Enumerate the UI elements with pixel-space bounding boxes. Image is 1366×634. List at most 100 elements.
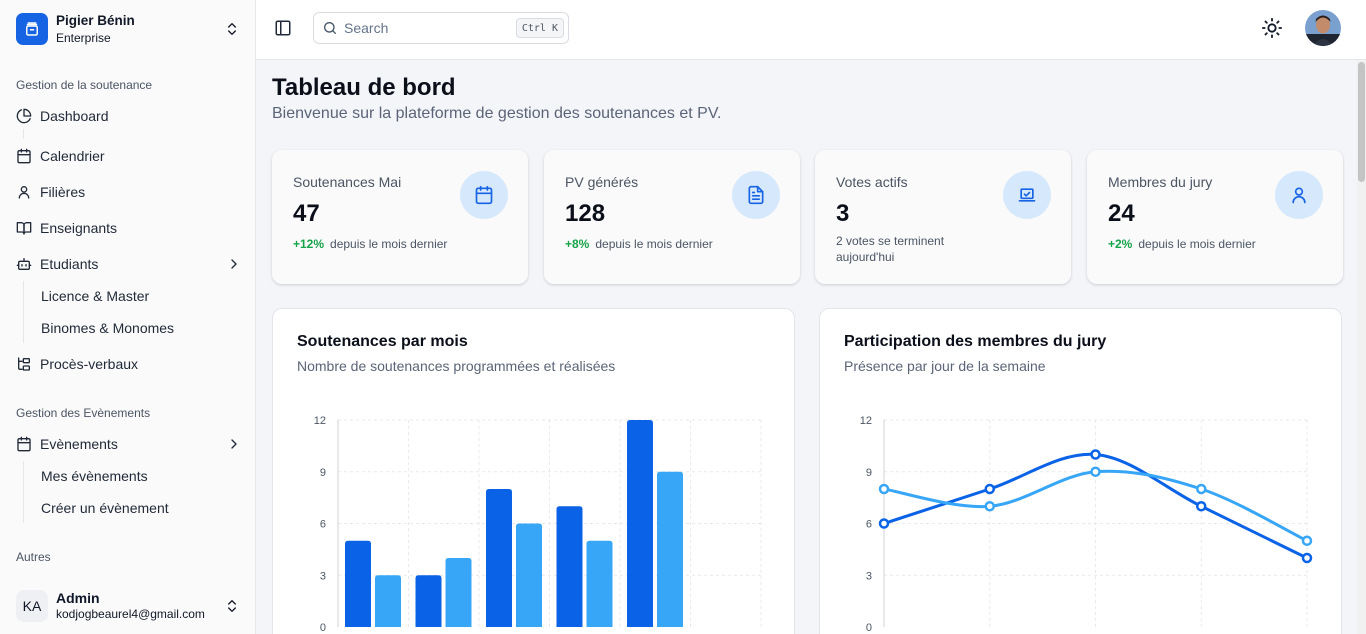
nav-filieres[interactable]: Filières [16,179,242,205]
tree-icon [16,356,32,372]
line-point-series-1 [1301,552,1313,564]
y-tick-label: 6 [866,519,872,531]
group-label-others: Autres [16,550,51,564]
stat-value: 128 [565,200,606,227]
stat-card-pv: PV générés 128 +8% depuis le mois dernier [544,150,800,284]
nav-binomes-monomes[interactable]: Binomes & Monomes [41,320,174,336]
trend-value: +12% [293,237,325,251]
group-label-events: Gestion des Evènements [16,406,151,420]
user-icon [16,184,32,200]
bar-series-1 [556,506,583,627]
user-icon [1275,171,1323,219]
sidebar-toggle-icon[interactable] [274,19,292,37]
search-input[interactable]: Search Ctrl K [313,12,569,44]
nav-events[interactable]: Evènements [16,431,242,457]
search-shortcut: Ctrl K [515,18,564,38]
nav-dashboard-label: Dashboard [40,108,109,124]
user-email: kodjogbeaurel4@gmail.com [56,607,205,621]
calendar-icon [16,148,32,164]
org-name: Pigier Bénin [56,12,135,28]
nav-licence-master[interactable]: Licence & Master [41,288,149,304]
stat-card-votes: Votes actifs 3 2 votes se terminent aujo… [815,150,1071,284]
org-logo-icon [16,13,48,45]
bar-chart: 0 3 6 9 12 [314,415,762,634]
y-tick-label: 0 [320,622,326,634]
stat-label: Soutenances Mai [293,174,402,190]
book-open-icon [16,220,32,236]
bar-series-2 [516,523,542,627]
trend-value: +8% [565,237,590,251]
line-chart: 0 3 6 9 12 [860,415,1313,634]
user-avatar: KA [16,590,48,622]
file-text-icon [732,171,780,219]
chart-card-jury: Participation des membres du jury Présen… [819,308,1342,634]
y-tick-label: 9 [866,467,872,479]
sidebar: Pigier Bénin Enterprise Gestion de la so… [0,0,256,634]
line-point-series-1 [878,518,890,529]
stat-trend: +12% depuis le mois dernier [293,237,447,251]
trend-text: depuis le mois dernier [1138,237,1256,251]
stat-note: 2 votes se terminent aujourd'hui [836,234,945,264]
bar-series-1 [627,420,653,627]
stat-value: 24 [1108,200,1135,227]
stat-trend: +8% depuis le mois dernier [565,237,713,251]
user-menu[interactable]: KA Admin kodjogbeaurel4@gmail.com [16,588,240,624]
stat-card-soutenances: Soutenances Mai 47 +12% depuis le mois de… [272,150,528,284]
line-point-series-2 [878,483,890,495]
page-title: Tableau de bord [272,74,456,101]
nav-calendar-label: Calendrier [40,148,105,164]
line-point-series-2 [1090,466,1101,477]
stat-card-jury: Membres du jury 24 +2% depuis le mois der… [1087,150,1343,284]
user-name: Admin [56,590,100,606]
nav-dashboard[interactable]: Dashboard [16,103,242,129]
chart-card-soutenances: Soutenances par mois Nombre de soutenanc… [272,308,795,634]
bot-icon [16,256,32,272]
y-tick-label: 3 [866,570,872,582]
submenu-line [23,461,24,523]
top-header: Search Ctrl K [256,0,1366,60]
bar-series-2 [375,575,401,627]
nav-create-event[interactable]: Créer un évènement [41,500,169,516]
search-icon [324,22,336,34]
stat-label: Membres du jury [1108,174,1213,190]
pie-chart-icon [16,108,32,124]
nav-calendar[interactable]: Calendrier [16,143,242,169]
chevrons-up-down-icon [228,600,236,612]
nav-students[interactable]: Etudiants [16,251,242,277]
y-tick-label: 9 [320,467,326,479]
y-tick-label: 0 [866,622,872,634]
org-plan: Enterprise [56,30,111,45]
nav-teachers-label: Enseignants [40,220,118,236]
line-point-series-1 [984,483,995,495]
search-placeholder: Search [344,20,389,36]
chevrons-up-down-icon [228,23,236,35]
laptop-check-icon [1003,171,1051,219]
page-subtitle: Bienvenue sur la plateforme de gestion d… [272,105,722,122]
trend-text: depuis le mois dernier [595,237,713,251]
nav-students-label: Etudiants [40,256,99,272]
nav-events-label: Evènements [40,436,118,452]
chevron-right-icon [231,439,237,449]
trend-value: +2% [1108,237,1133,251]
nav-my-events[interactable]: Mes évènements [41,468,148,484]
bar-series-1 [415,575,442,627]
y-tick-label: 12 [314,415,326,427]
sun-icon[interactable] [1261,17,1283,39]
nav-pv[interactable]: Procès-verbaux [16,351,242,377]
scrollbar-thumb[interactable] [1358,62,1365,182]
group-label-soutenance: Gestion de la soutenance [16,78,153,92]
nav-teachers[interactable]: Enseignants [16,215,242,241]
stat-value: 47 [293,200,320,227]
nav-filieres-label: Filières [40,184,86,200]
profile-avatar[interactable] [1305,10,1341,46]
divider [23,129,24,139]
line-point-series-1 [1090,449,1101,460]
stat-label: PV générés [565,174,639,190]
calendar-icon [16,436,32,452]
line-point-series-1 [1196,501,1207,512]
trend-text: depuis le mois dernier [330,237,448,251]
org-switcher[interactable]: Pigier Bénin Enterprise [16,12,240,46]
submenu-line [23,281,24,343]
bar-series-2 [657,471,683,627]
y-tick-label: 6 [320,519,326,531]
